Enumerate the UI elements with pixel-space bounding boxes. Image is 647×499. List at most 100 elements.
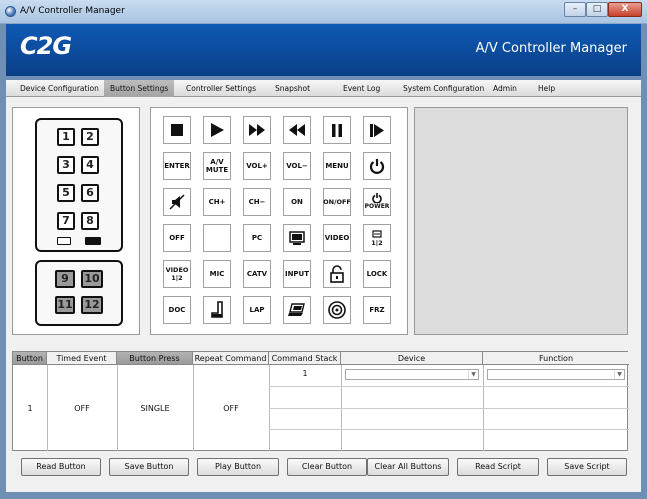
menu-admin[interactable]: Admin: [493, 80, 517, 97]
col-header-function: Function: [483, 352, 629, 365]
ch-up-button[interactable]: CH+: [203, 188, 231, 216]
keypad-button-1[interactable]: 1: [57, 128, 75, 146]
menu-device-configuration[interactable]: Device Configuration: [20, 80, 99, 97]
vol-down-button[interactable]: VOL−: [283, 152, 311, 180]
menu-button[interactable]: MENU: [323, 152, 351, 180]
av-mute-button[interactable]: A/V MUTE: [203, 152, 231, 180]
app-icon: [5, 6, 16, 17]
on-button[interactable]: ON: [283, 188, 311, 216]
keypad-button-12[interactable]: 12: [81, 296, 103, 314]
menu-snapshot[interactable]: Snapshot: [275, 80, 310, 97]
disc-icon: [328, 301, 346, 319]
read-script-button[interactable]: Read Script: [457, 458, 539, 476]
chevron-down-icon: ▼: [614, 370, 624, 379]
menu-help[interactable]: Help: [538, 80, 555, 97]
keypad-button-7[interactable]: 7: [57, 212, 75, 230]
brand-logo: C2G: [20, 32, 72, 60]
play-button[interactable]: [203, 116, 231, 144]
minimize-icon: –: [572, 4, 578, 14]
pc-button[interactable]: PC: [243, 224, 271, 252]
doc-button[interactable]: DOC: [163, 296, 191, 324]
laptop-button[interactable]: [283, 296, 311, 324]
document-camera-button[interactable]: [203, 296, 231, 324]
close-icon: X: [621, 4, 629, 14]
save-script-button[interactable]: Save Script: [547, 458, 627, 476]
keypad-button-3[interactable]: 3: [57, 156, 75, 174]
command-table: Button Timed Event Button Press Repeat C…: [12, 351, 629, 451]
menu-bar: Device Configuration Button Settings Con…: [6, 80, 641, 97]
frz-button[interactable]: FRZ: [363, 296, 391, 324]
mic-button[interactable]: MIC: [203, 260, 231, 288]
rewind-button[interactable]: [283, 116, 311, 144]
menu-button-settings[interactable]: Button Settings: [104, 80, 175, 97]
col-header-button: Button: [13, 352, 47, 365]
lock-button[interactable]: LOCK: [363, 260, 391, 288]
keypad-button-10[interactable]: 10: [81, 270, 103, 288]
screen-icon: [372, 229, 382, 238]
speaker-mute-icon: [169, 194, 185, 210]
chevron-down-icon: ▼: [468, 370, 478, 379]
read-button-button[interactable]: Read Button: [21, 458, 101, 476]
ch-down-button[interactable]: CH−: [243, 188, 271, 216]
unlock-icon: [330, 265, 344, 283]
row-divider: [269, 429, 629, 430]
save-button-button[interactable]: Save Button: [109, 458, 189, 476]
video-1-2-button[interactable]: VIDEO 1|2: [163, 260, 191, 288]
fast-forward-icon: [249, 124, 265, 136]
monitor-icon: [289, 230, 305, 245]
cell-command-stack: 1: [302, 369, 308, 378]
cell-repeat-command[interactable]: OFF: [193, 404, 269, 413]
lock-icon-button[interactable]: [323, 260, 351, 288]
small-key-left[interactable]: [57, 237, 71, 245]
cell-timed-event[interactable]: OFF: [47, 404, 117, 413]
clear-button-button[interactable]: Clear Button: [287, 458, 367, 476]
keypad-bottom-group: 9 10 11 12: [35, 260, 123, 326]
laptop-icon: [288, 303, 305, 316]
row-divider: [269, 386, 629, 387]
close-button[interactable]: X: [608, 2, 642, 17]
vol-up-button[interactable]: VOL+: [243, 152, 271, 180]
menu-system-configuration[interactable]: System Configuration: [403, 80, 484, 97]
menu-controller-settings[interactable]: Controller Settings: [186, 80, 256, 97]
on-off-button[interactable]: ON/OFF: [323, 188, 351, 216]
off-button[interactable]: OFF: [163, 224, 191, 252]
function-select[interactable]: ▼: [487, 369, 625, 380]
lap-button[interactable]: LAP: [243, 296, 271, 324]
keypad-button-2[interactable]: 2: [81, 128, 99, 146]
catv-button[interactable]: CATV: [243, 260, 271, 288]
small-key-right[interactable]: [85, 237, 101, 245]
menu-event-log[interactable]: Event Log: [343, 80, 380, 97]
play-button-button[interactable]: Play Button: [197, 458, 279, 476]
maximize-button[interactable]: □: [586, 2, 608, 17]
power-icon: [372, 193, 382, 203]
clear-all-buttons-button[interactable]: Clear All Buttons: [367, 458, 449, 476]
minimize-button[interactable]: –: [564, 2, 586, 17]
cell-button-press[interactable]: SINGLE: [117, 404, 193, 413]
keypad-button-5[interactable]: 5: [57, 184, 75, 202]
step-forward-icon: [370, 123, 384, 137]
keypad-button-6[interactable]: 6: [81, 184, 99, 202]
stop-button[interactable]: [163, 116, 191, 144]
blank-button[interactable]: [203, 224, 231, 252]
keypad-button-9[interactable]: 9: [55, 270, 75, 288]
video-button[interactable]: VIDEO: [323, 224, 351, 252]
keypad-button-4[interactable]: 4: [81, 156, 99, 174]
row-divider: [269, 408, 629, 409]
mute-button[interactable]: [163, 188, 191, 216]
keypad-button-8[interactable]: 8: [81, 212, 99, 230]
device-select[interactable]: ▼: [345, 369, 479, 380]
keypad-button-11[interactable]: 11: [55, 296, 75, 314]
pause-button[interactable]: [323, 116, 351, 144]
monitor-button[interactable]: [283, 224, 311, 252]
screen-1-2-label: 1|2: [371, 238, 383, 247]
header-banner: C2G A/V Controller Manager: [6, 24, 641, 76]
power-icon: [369, 159, 385, 174]
enter-button[interactable]: ENTER: [163, 152, 191, 180]
fast-forward-button[interactable]: [243, 116, 271, 144]
disc-button[interactable]: [323, 296, 351, 324]
screen-1-2-button[interactable]: 1|2: [363, 224, 391, 252]
power-button[interactable]: POWER: [363, 188, 391, 216]
input-button[interactable]: INPUT: [283, 260, 311, 288]
power-toggle-button[interactable]: [363, 152, 391, 180]
step-button[interactable]: [363, 116, 391, 144]
